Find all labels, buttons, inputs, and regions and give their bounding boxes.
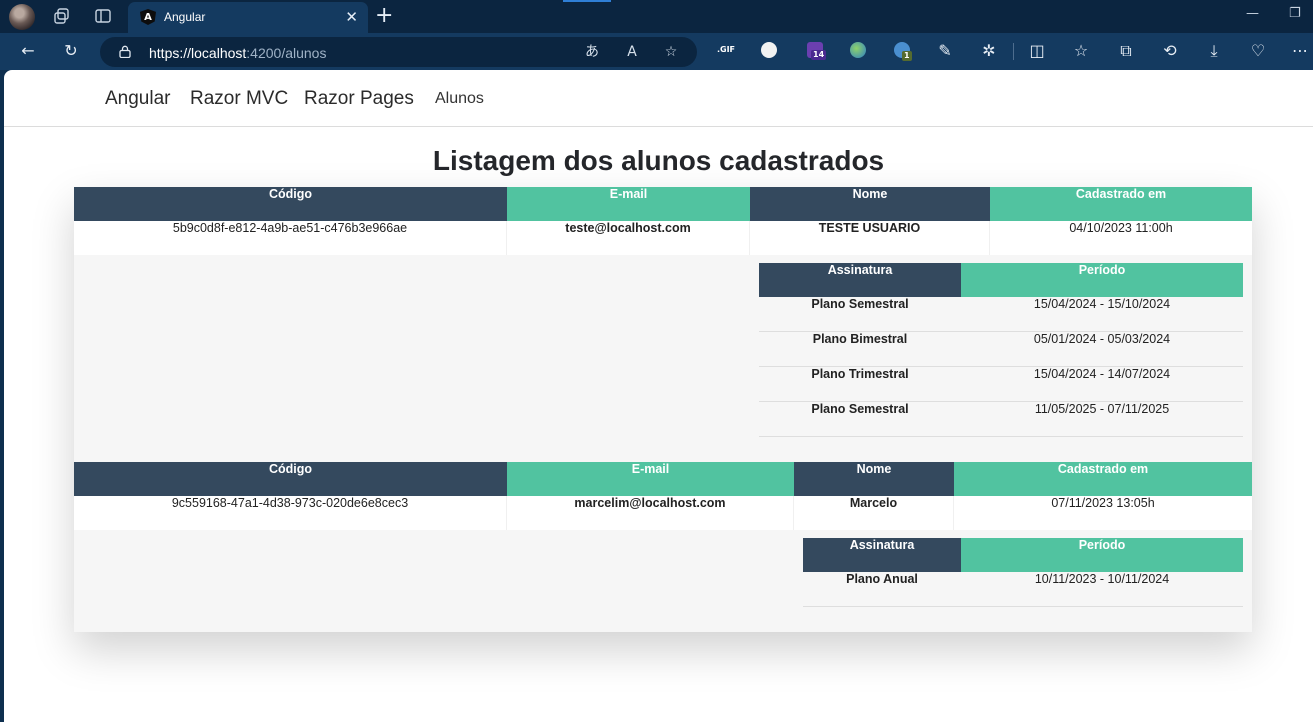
student-data-row: 5b9c0d8f-e812-4a9b-ae51-c476b3e966ae tes… — [74, 221, 1252, 255]
angular-favicon-icon: A — [140, 9, 156, 25]
vertical-tabs-icon[interactable] — [94, 7, 112, 25]
subscription-plan: Plano Anual — [846, 572, 918, 586]
nav-link-angular[interactable]: Angular — [105, 88, 171, 110]
header-periodo: Período — [961, 538, 1243, 572]
browser-essentials-icon[interactable]: ♡ — [1248, 41, 1268, 61]
toolbar-divider — [1013, 43, 1014, 60]
browser-toolbar: ← ↻ https://localhost:4200/alunos あ A ☆ … — [0, 33, 1313, 70]
more-menu-icon[interactable]: ⋯ — [1290, 41, 1310, 61]
student-codigo: 5b9c0d8f-e812-4a9b-ae51-c476b3e966ae — [74, 221, 507, 255]
student-email: marcelim@localhost.com — [507, 496, 794, 530]
header-email: E-mail — [507, 187, 750, 221]
subscription-row: Plano Trimestral 15/04/2024 - 14/07/2024 — [759, 367, 1243, 402]
page-content: Angular Razor MVC Razor Pages Alunos Lis… — [4, 70, 1313, 722]
split-screen-icon[interactable]: ◫ — [1027, 41, 1047, 61]
eyedropper-icon[interactable]: ✎ — [935, 41, 955, 61]
student-data-row: 9c559168-47a1-4d38-973c-020de6e8cec3 mar… — [74, 496, 1252, 530]
header-periodo: Período — [961, 263, 1243, 297]
page-title: Listagem dos alunos cadastrados — [432, 145, 885, 176]
restore-icon[interactable]: ❐ — [1289, 6, 1301, 21]
subscription-period: 10/11/2023 - 10/11/2024 — [1034, 572, 1170, 586]
header-nome: Nome — [794, 462, 954, 496]
header-cadastrado: Cadastrado em — [990, 187, 1252, 221]
header-assinatura: Assinatura — [759, 263, 961, 297]
extension-badge: 1 — [902, 51, 912, 61]
url-path: :4200/alunos — [246, 45, 327, 61]
favorite-star-icon[interactable]: ☆ — [662, 43, 680, 61]
subscription-plan: Plano Bimestral — [812, 332, 908, 346]
nav-link-razor-mvc[interactable]: Razor MVC — [190, 88, 288, 110]
header-codigo: Código — [74, 462, 507, 496]
gif-extension-icon[interactable]: .GIF — [716, 42, 736, 58]
history-icon[interactable]: ⟲ — [1160, 41, 1180, 61]
header-cadastrado: Cadastrado em — [954, 462, 1252, 496]
header-nome: Nome — [750, 187, 990, 221]
active-tab[interactable]: A Angular ✕ — [128, 2, 368, 33]
header-assinatura: Assinatura — [803, 538, 961, 572]
student-email: teste@localhost.com — [507, 221, 750, 255]
new-tab-button[interactable]: + — [375, 3, 393, 29]
profile-avatar[interactable] — [9, 4, 35, 30]
student-cadastrado: 07/11/2023 13:05h — [1051, 496, 1155, 510]
url-host: https://localhost — [149, 45, 247, 61]
student-header-row: Código E-mail Nome Cadastrado em — [74, 462, 1252, 496]
subscription-plan: Plano Semestral — [811, 297, 909, 311]
refresh-icon[interactable]: ↻ — [61, 41, 81, 61]
collections-icon[interactable]: ⧉ — [1116, 41, 1136, 61]
subscription-period: 15/04/2024 - 15/10/2024 — [1033, 297, 1171, 311]
subscription-row: Plano Semestral 11/05/2025 - 07/11/2025 — [759, 402, 1243, 437]
translate-icon[interactable]: あ — [583, 43, 601, 61]
header-email: E-mail — [507, 462, 794, 496]
nav-link-alunos[interactable]: Alunos — [435, 90, 484, 108]
top-navbar: Angular Razor MVC Razor Pages Alunos — [4, 70, 1313, 127]
address-bar[interactable]: https://localhost:4200/alunos あ A ☆ — [100, 37, 697, 67]
students-table: Código E-mail Nome Cadastrado em 5b9c0d8… — [74, 187, 1252, 632]
subscription-plan: Plano Semestral — [811, 402, 909, 416]
tab-strip-accent — [563, 0, 611, 2]
subscription-row: Plano Anual 10/11/2023 - 10/11/2024 — [803, 572, 1243, 607]
subscription-period: 05/01/2024 - 05/03/2024 — [1033, 332, 1171, 346]
url-text[interactable]: https://localhost:4200/alunos — [149, 45, 326, 61]
student-nome: TESTE USUARIO — [750, 221, 990, 255]
workspaces-icon[interactable] — [53, 7, 71, 25]
subscriptions-header-row: Assinatura Período — [803, 538, 1243, 572]
student-nome: Marcelo — [794, 496, 954, 530]
back-arrow-icon[interactable]: ← — [18, 41, 38, 61]
extensions-puzzle-icon[interactable]: ✲ — [979, 41, 999, 61]
extension-face-icon[interactable] — [761, 42, 777, 58]
student-codigo: 9c559168-47a1-4d38-973c-020de6e8cec3 — [74, 496, 507, 530]
subscriptions-table: Assinatura Período Plano Anual 10/11/202… — [803, 538, 1243, 607]
extension-house-icon[interactable]: 14 — [807, 42, 827, 60]
header-codigo: Código — [74, 187, 507, 221]
extension-settings-icon[interactable]: 1 — [894, 42, 912, 61]
subscription-plan: Plano Trimestral — [811, 367, 909, 381]
minimize-icon[interactable]: — — [1246, 6, 1259, 21]
tab-title: Angular — [164, 10, 206, 24]
globe-extension-icon[interactable] — [850, 42, 866, 58]
nav-link-razor-pages[interactable]: Razor Pages — [304, 88, 414, 110]
favorites-icon[interactable]: ☆ — [1071, 41, 1091, 61]
student-cadastrado: 04/10/2023 11:00h — [1069, 221, 1173, 235]
subscription-row: Plano Bimestral 05/01/2024 - 05/03/2024 — [759, 332, 1243, 367]
downloads-icon[interactable]: ⤓ — [1204, 41, 1224, 61]
extension-badge: 14 — [811, 50, 827, 60]
subscriptions-table: Assinatura Período Plano Semestral 15/04… — [759, 263, 1243, 437]
subscription-row: Plano Semestral 15/04/2024 - 15/10/2024 — [759, 297, 1243, 332]
read-aloud-icon[interactable]: A — [623, 43, 641, 61]
tab-close-icon[interactable]: ✕ — [345, 8, 358, 26]
subscription-period: 15/04/2024 - 14/07/2024 — [1033, 367, 1171, 381]
subscription-period: 11/05/2025 - 07/11/2025 — [1034, 402, 1170, 416]
lock-icon[interactable] — [119, 45, 131, 58]
student-header-row: Código E-mail Nome Cadastrado em — [74, 187, 1252, 221]
subscriptions-header-row: Assinatura Período — [759, 263, 1243, 297]
tab-strip: A Angular ✕ + — ❐ — [0, 0, 1313, 33]
